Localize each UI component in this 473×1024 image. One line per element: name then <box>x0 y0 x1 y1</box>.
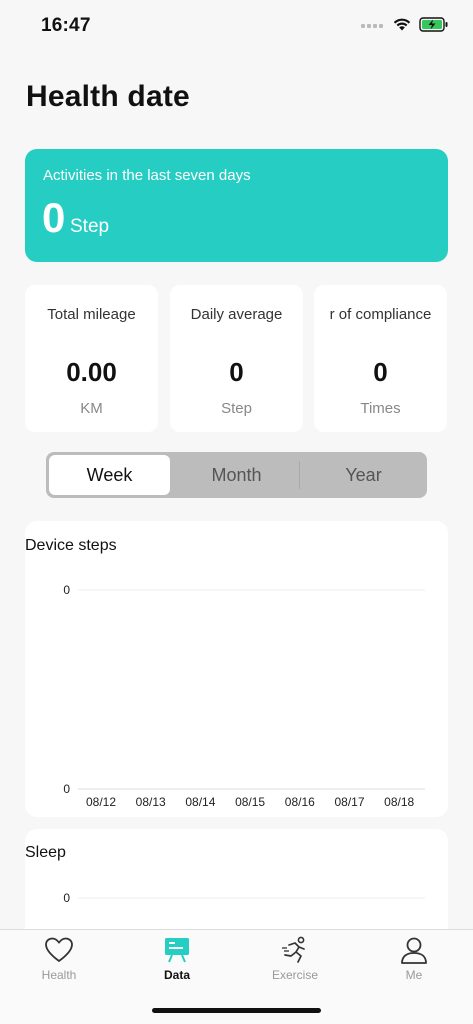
status-icons <box>361 15 449 33</box>
stat-label: Daily average <box>190 306 283 323</box>
y-tick-label: 0 <box>63 583 70 597</box>
summary-steps-unit: Step <box>70 216 110 237</box>
tab-me[interactable]: Me <box>355 936 473 982</box>
y-tick-label: 0 <box>63 782 70 796</box>
stat-card-daily-average: Daily average 0 Step <box>170 285 303 432</box>
device-steps-card: Device steps 0 0 08/12 08/13 08/14 08/15 08/16… <box>25 521 448 817</box>
tab-health[interactable]: Health <box>0 936 118 982</box>
weekly-summary-card: Activities in the last seven days 0 Step <box>25 149 448 262</box>
stat-value: 0 <box>229 357 244 387</box>
segment-divider <box>299 461 300 489</box>
tab-label: Me <box>405 968 423 982</box>
stat-unit: Times <box>360 400 401 417</box>
stat-label: Total mileage <box>47 306 136 323</box>
wifi-icon <box>393 18 411 31</box>
stat-value: 0 <box>373 357 388 387</box>
stat-label: r of compliance <box>329 306 432 323</box>
device-steps-chart: 0 0 08/12 08/13 08/14 08/15 08/16 08/17 08/18 <box>63 583 425 809</box>
battery-charging-icon <box>419 16 448 32</box>
x-tick-label: 08/12 <box>86 795 116 809</box>
stat-card-compliance: r of compliance 0 Times <box>314 285 447 432</box>
tab-month[interactable]: Month <box>176 455 297 495</box>
stat-unit: KM <box>80 400 103 417</box>
x-tick-label: 08/16 <box>285 795 315 809</box>
tab-year[interactable]: Year <box>303 455 424 495</box>
stat-card-total-mileage: Total mileage 0.00 KM <box>25 285 158 432</box>
tab-label: Health <box>41 968 77 982</box>
tab-week[interactable]: Week <box>49 455 170 495</box>
page-title: Health date <box>26 80 190 113</box>
x-tick-label: 08/15 <box>235 795 265 809</box>
person-icon <box>401 937 427 964</box>
running-icon <box>282 936 305 963</box>
period-segmented-control: Week Month Year <box>46 452 427 498</box>
x-tick-label: 08/13 <box>136 795 166 809</box>
x-tick-label: 08/18 <box>384 795 414 809</box>
x-tick-label: 08/17 <box>334 795 364 809</box>
stat-value: 0.00 <box>66 357 117 387</box>
tab-data[interactable]: Data <box>118 936 236 982</box>
signal-icon <box>361 15 385 33</box>
y-tick-label: 0 <box>63 891 70 905</box>
tab-label: Data <box>163 968 190 982</box>
x-tick-label: 08/14 <box>185 795 215 809</box>
tab-exercise[interactable]: Exercise <box>236 936 354 982</box>
status-time: 16:47 <box>41 15 91 36</box>
summary-steps-value: 0 <box>42 194 66 241</box>
home-indicator <box>152 1008 321 1013</box>
summary-caption: Activities in the last seven days <box>43 167 251 184</box>
heart-icon <box>45 937 73 962</box>
stat-unit: Step <box>221 400 252 417</box>
tab-label: Exercise <box>271 968 318 982</box>
status-bar: 16:47 <box>0 0 473 50</box>
data-board-icon <box>165 938 189 963</box>
